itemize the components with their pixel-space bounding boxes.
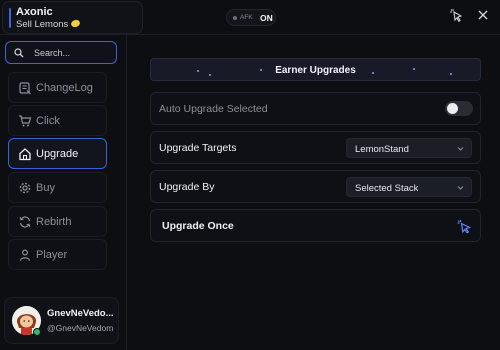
cursor-click-icon [457, 219, 471, 233]
auto-upgrade-label: Auto Upgrade Selected [159, 103, 268, 115]
upgrade-by-row: Upgrade By Selected Stack [150, 170, 481, 203]
search-icon [14, 48, 24, 58]
upgrade-targets-dropdown[interactable]: LemonStand [346, 138, 472, 158]
refresh-icon [19, 216, 31, 228]
app-subtitle: Sell Lemons [16, 18, 82, 30]
sidebar-item-click[interactable]: Click [8, 105, 107, 136]
afk-label: AFK [240, 13, 253, 21]
app-subtitle-text: Sell Lemons [16, 19, 69, 30]
app-window: Axonic Sell Lemons AFK ON Search... Chan… [0, 0, 500, 350]
chevron-down-icon [457, 186, 464, 190]
chevron-down-icon [457, 147, 464, 151]
sidebar-item-label: Upgrade [36, 148, 79, 160]
auto-upgrade-row: Auto Upgrade Selected [150, 92, 481, 125]
home-icon [19, 148, 31, 161]
upgrade-by-label: Upgrade By [159, 181, 215, 193]
cursor-click-icon[interactable] [450, 8, 462, 22]
sidebar-item-label: ChangeLog [36, 82, 93, 94]
gear-icon [19, 182, 31, 194]
sidebar-item-changelog[interactable]: ChangeLog [8, 72, 107, 103]
upgrade-once-label: Upgrade Once [162, 220, 234, 232]
upgrade-once-button[interactable]: Upgrade Once [150, 209, 481, 242]
sidebar-item-label: Buy [36, 182, 55, 194]
sidebar-item-upgrade[interactable]: Upgrade [8, 138, 107, 169]
changelog-icon [19, 82, 31, 95]
sidebar-item-rebirth[interactable]: Rebirth [8, 206, 107, 237]
dropdown-value: LemonStand [355, 143, 409, 155]
user-icon [19, 249, 31, 261]
upgrade-by-dropdown[interactable]: Selected Stack [346, 177, 472, 197]
cart-icon [19, 115, 32, 127]
title-accent-bar [9, 8, 11, 28]
afk-state: ON [260, 12, 273, 23]
app-title: Axonic [16, 6, 53, 18]
search-input[interactable]: Search... [5, 41, 117, 64]
upgrade-targets-row: Upgrade Targets LemonStand [150, 131, 481, 164]
toggle-knob [447, 103, 458, 114]
online-status-indicator [33, 328, 41, 336]
section-header: Earner Upgrades [150, 58, 481, 81]
section-title: Earner Upgrades [275, 64, 356, 76]
profile-handle: @GnevNeVedom [47, 323, 114, 333]
auto-upgrade-toggle[interactable] [445, 101, 473, 116]
search-placeholder: Search... [34, 48, 71, 58]
profile-card[interactable]: GnevNeVedo... @GnevNeVedom [4, 297, 119, 344]
sidebar-item-buy[interactable]: Buy [8, 172, 107, 203]
lemon-icon [70, 18, 82, 29]
sidebar-item-player[interactable]: Player [8, 239, 107, 270]
profile-display-name: GnevNeVedo... [47, 308, 114, 319]
sidebar-divider [126, 35, 127, 350]
close-icon[interactable] [476, 8, 490, 22]
afk-status-dot [233, 16, 237, 20]
dropdown-value: Selected Stack [355, 182, 419, 194]
title-bar: Axonic Sell Lemons [2, 1, 143, 34]
sidebar-item-label: Click [36, 115, 60, 127]
sidebar-item-label: Player [36, 249, 68, 261]
header-divider [0, 34, 500, 35]
afk-toggle[interactable]: AFK ON [226, 9, 276, 26]
sidebar-item-label: Rebirth [36, 216, 72, 228]
upgrade-targets-label: Upgrade Targets [159, 142, 237, 154]
